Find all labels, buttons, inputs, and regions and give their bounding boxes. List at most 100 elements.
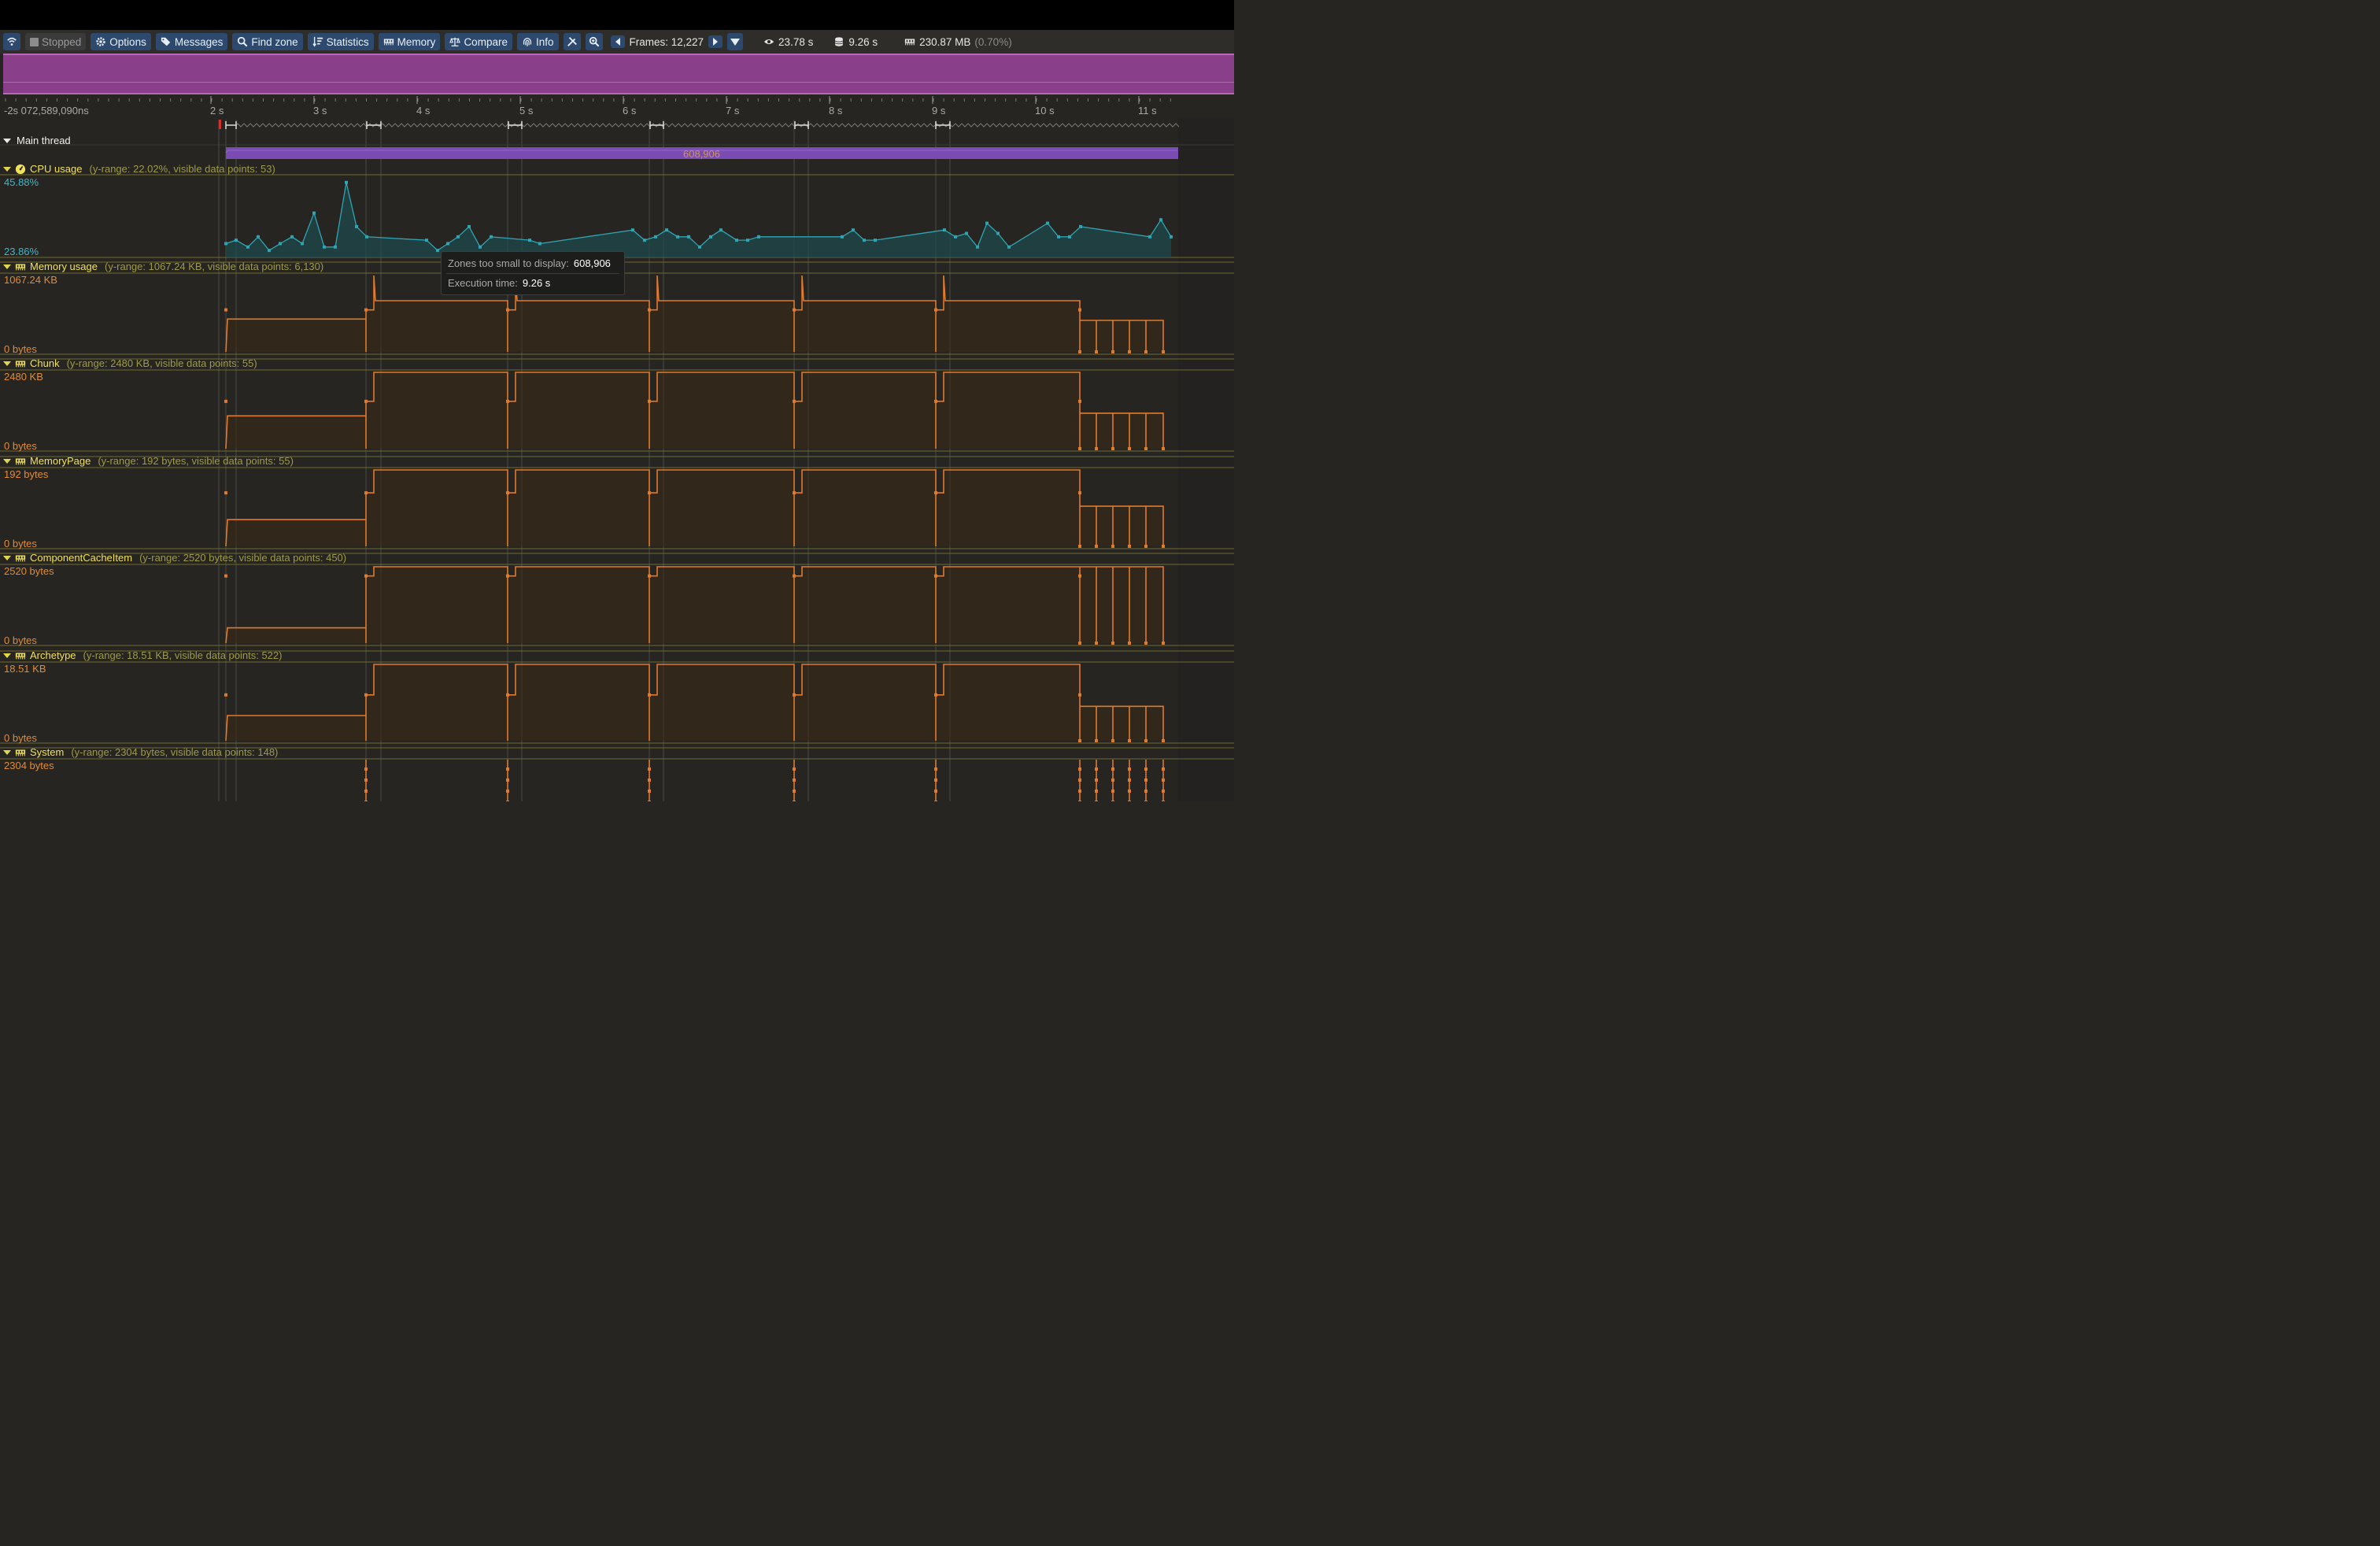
- cpu-usage-header[interactable]: CPU usage (y-range: 22.02%, visible data…: [3, 163, 275, 175]
- plot-header[interactable]: Archetype (y-range: 18.51 KB, visible dat…: [3, 649, 282, 661]
- messages-button[interactable]: Messages: [155, 33, 228, 50]
- plot-point: [224, 574, 227, 578]
- plot-min-label: 0 bytes: [4, 732, 37, 744]
- plot-point: [1162, 350, 1165, 353]
- tooltip-separator: [446, 273, 619, 274]
- memory-total-value: 230.87 MB: [919, 35, 971, 48]
- plot-header[interactable]: ComponentCacheItem (y-range: 2520 bytes, …: [3, 552, 346, 564]
- tooltip-zones-value: 608,906: [573, 257, 611, 269]
- cpu-point: [301, 242, 304, 246]
- memory-button[interactable]: Memory: [378, 33, 441, 50]
- connection-button[interactable]: [3, 33, 20, 50]
- plot-point: [1095, 447, 1098, 450]
- cpu-point: [1068, 235, 1071, 239]
- plot-point: [1144, 739, 1148, 742]
- plot-point: [1095, 767, 1098, 771]
- find-zone-button[interactable]: Find zone: [232, 33, 303, 50]
- plot-max-label: 2304 bytes: [4, 760, 54, 771]
- cpu-point: [528, 239, 531, 242]
- info-label: Info: [535, 35, 554, 48]
- zoom-button[interactable]: [585, 33, 603, 50]
- plot-point: [934, 574, 937, 578]
- plot-header[interactable]: Memory usage (y-range: 1067.24 KB, visibl…: [3, 261, 323, 272]
- tools-button[interactable]: [563, 33, 581, 50]
- database-icon: [835, 37, 844, 46]
- stopped-button[interactable]: Stopped: [25, 33, 87, 50]
- plot-point: [364, 491, 368, 495]
- cpu-point: [279, 242, 282, 246]
- tooltip-row-time: Execution time: 9.26 s: [448, 277, 550, 289]
- timeline-canvas[interactable]: [0, 94, 1234, 801]
- plot-point: [506, 767, 509, 771]
- plot-point: [1128, 790, 1131, 793]
- gear-icon: [96, 37, 105, 46]
- cpu-point: [456, 235, 460, 239]
- timeline-view[interactable]: -2s 072,589,090ns 2 s 3 s 4 s 5 s 6 s 7 s 8 s 9…: [0, 94, 1234, 801]
- fingerprint-icon: [523, 38, 532, 46]
- cpu-point: [665, 228, 668, 232]
- cpu-point: [323, 245, 326, 249]
- plot-header[interactable]: MemoryPage (y-range: 192 bytes, visible d…: [3, 455, 294, 467]
- thread-header[interactable]: Main thread: [3, 135, 71, 146]
- statistics-button[interactable]: Statistics: [307, 33, 374, 50]
- plot-point: [793, 779, 796, 782]
- cpu-point: [985, 221, 989, 225]
- cpu-point: [490, 235, 493, 239]
- memory-icon: [15, 361, 26, 367]
- plot-point: [1078, 447, 1081, 450]
- plot-max-label: 18.51 KB: [4, 663, 46, 675]
- plot-point: [1144, 350, 1148, 353]
- tags-icon: [161, 37, 171, 46]
- frame-set-dropdown[interactable]: [727, 33, 744, 50]
- plot-point: [1128, 350, 1131, 353]
- plot-point: [506, 574, 509, 578]
- cpu-point: [698, 245, 701, 249]
- plot-header[interactable]: Chunk (y-range: 2480 KB, visible data poi…: [3, 357, 257, 369]
- compare-button[interactable]: Compare: [445, 33, 512, 50]
- expand-triangle-icon: [3, 361, 11, 366]
- plot-point: [506, 491, 509, 495]
- eye-icon: [763, 39, 774, 45]
- plot-point: [1095, 545, 1098, 548]
- cpu-point: [538, 242, 541, 246]
- stop-icon: [30, 37, 39, 46]
- plot-point: [648, 574, 651, 578]
- plot-title: Chunk: [30, 357, 60, 369]
- plot-point: [224, 399, 227, 403]
- plot-point: [1095, 790, 1098, 793]
- plot-point: [1111, 642, 1114, 645]
- plot-min-label: 0 bytes: [4, 440, 37, 452]
- cpu-point: [345, 180, 348, 184]
- plot-header[interactable]: System (y-range: 2304 bytes, visible data…: [3, 746, 278, 758]
- plot-point: [1078, 790, 1081, 793]
- plot-min-label: 0 bytes: [4, 634, 37, 646]
- cpu-point: [1148, 235, 1151, 239]
- wifi-icon: [7, 37, 17, 46]
- plot-title: Memory usage: [30, 261, 98, 272]
- cpu-point: [863, 239, 866, 242]
- plot-point: [364, 574, 368, 578]
- plot-point: [934, 693, 937, 697]
- expand-triangle-icon: [3, 653, 11, 658]
- cpu-point: [1159, 218, 1162, 222]
- plot-point: [1162, 790, 1165, 793]
- previous-frame-button[interactable]: [610, 35, 625, 48]
- plot-point: [506, 693, 509, 697]
- tooltip-time-value: 9.26 s: [522, 277, 551, 289]
- expand-triangle-icon: [3, 166, 11, 172]
- plot-point: [1128, 739, 1131, 742]
- ruler-tick-label: 4 s: [416, 105, 431, 117]
- cpu-point: [446, 242, 449, 246]
- frame-graph[interactable]: [3, 54, 1234, 94]
- plot-point: [1111, 790, 1114, 793]
- statistics-label: Statistics: [326, 35, 369, 48]
- cpu-point: [841, 235, 844, 239]
- main-toolbar: Stopped Options Messages Find zone Stati…: [0, 30, 1234, 54]
- info-button[interactable]: Info: [516, 33, 559, 50]
- next-frame-button[interactable]: [708, 35, 723, 48]
- messages-label: Messages: [174, 35, 224, 48]
- options-button[interactable]: Options: [91, 33, 151, 50]
- plot-point: [364, 767, 368, 771]
- frame-bracket: [508, 121, 523, 129]
- plot-max-label: 2480 KB: [4, 371, 43, 383]
